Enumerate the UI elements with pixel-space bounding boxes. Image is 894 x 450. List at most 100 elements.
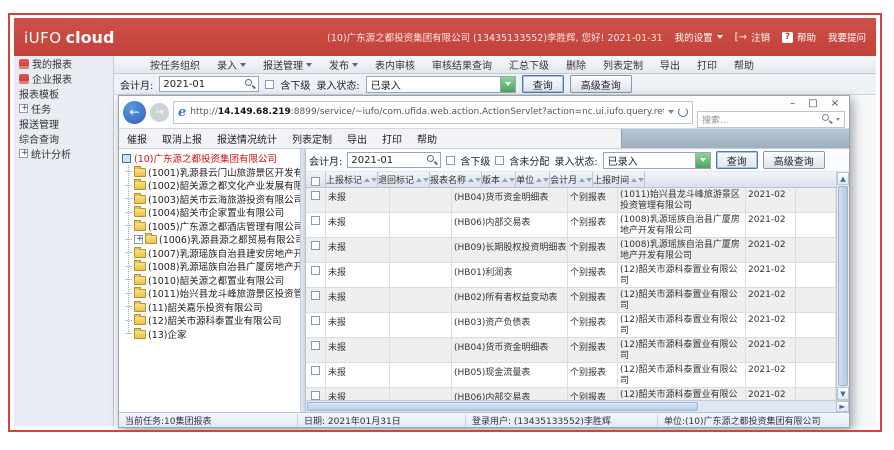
- minimize-button[interactable]: –: [790, 98, 795, 109]
- include-sub-checkbox[interactable]: [265, 79, 275, 89]
- tree-node[interactable]: (1008)乳源瑶族自治县广厦房地产开发有限公司: [122, 260, 300, 273]
- table-row[interactable]: 未报 (HB05)现金流量表 个别报表 (12)韶关市源科泰置业有限公司 202…: [306, 363, 836, 388]
- menu-item[interactable]: 汇总下级: [509, 57, 549, 72]
- sidebar-item[interactable]: 任务: [14, 101, 113, 116]
- sort-asc-icon[interactable]: [536, 177, 543, 182]
- sidebar-item[interactable]: 统计分析: [14, 146, 113, 161]
- sort-desc-icon[interactable]: [371, 177, 378, 182]
- select-arrow-icon[interactable]: [499, 76, 515, 92]
- row-checkbox[interactable]: [311, 316, 320, 325]
- include-sub-checkbox[interactable]: [446, 155, 456, 165]
- sort-asc-icon[interactable]: [631, 177, 638, 182]
- tree-node[interactable]: (1011)始兴县龙斗峰旅游景区投资管理有限公司: [122, 287, 300, 300]
- sort-desc-icon[interactable]: [475, 177, 482, 182]
- scrollbar-thumb[interactable]: [838, 186, 848, 386]
- include-unassigned-checkbox[interactable]: [495, 155, 505, 165]
- tree-node[interactable]: (1010)韶关源之都置业有限公司: [122, 273, 300, 287]
- vertical-scrollbar[interactable]: ▲ ▼: [836, 172, 849, 400]
- sort-asc-icon[interactable]: [416, 177, 423, 182]
- menu-item[interactable]: 打印: [697, 57, 717, 72]
- row-checkbox[interactable]: [311, 241, 320, 250]
- tree-node[interactable]: (1002)韶关源之都文化产业发展有限公司: [122, 179, 300, 192]
- tree-node[interactable]: (11)韶关嘉乐投资有限公司: [122, 300, 300, 314]
- tree-node[interactable]: (13)企家: [122, 327, 300, 341]
- advanced-query-button[interactable]: 高级查询: [762, 151, 825, 169]
- row-checkbox[interactable]: [311, 391, 320, 400]
- scroll-up-icon[interactable]: ▲: [837, 172, 849, 185]
- menu-item[interactable]: 列表定制: [603, 57, 643, 72]
- sort-asc-icon[interactable]: [364, 177, 371, 182]
- popup-menu-item[interactable]: 催报: [127, 131, 147, 146]
- popup-menu-item[interactable]: 取消上报: [162, 131, 202, 146]
- table-row[interactable]: 未报 (HB04)货币资金明细表 个别报表 (12)韶关市源科泰置业有限公司 2…: [306, 338, 836, 363]
- forward-button[interactable]: →: [150, 102, 169, 122]
- table-row[interactable]: 未报 (HB06)内部交易表 个别报表 (1008)乳源瑶族自治县广厦房地产开发…: [306, 213, 836, 238]
- column-header[interactable]: 版本: [482, 172, 517, 187]
- sort-desc-icon[interactable]: [423, 177, 430, 182]
- sidebar-item[interactable]: 我的报表: [14, 56, 113, 71]
- close-button[interactable]: ×: [831, 98, 839, 109]
- search-dropdown-icon[interactable]: [836, 117, 840, 121]
- ask-question-button[interactable]: 我要提问: [828, 30, 866, 44]
- search-icon[interactable]: [822, 114, 832, 124]
- tree-node[interactable]: (1001)乳源县云门山旅游景区开发有限公司: [122, 165, 300, 179]
- tree-node[interactable]: (1003)韶关市云海旅游投资有限公司: [122, 192, 300, 206]
- tree-node[interactable]: (1006)乳源县源之都贸易有限公司: [122, 233, 300, 246]
- magnifier-icon[interactable]: [427, 155, 437, 165]
- menu-item[interactable]: 导出: [660, 57, 680, 72]
- sidebar-item[interactable]: 报表模板: [14, 86, 113, 101]
- help-button[interactable]: ? 帮助: [781, 30, 816, 44]
- scrollbar-thumb[interactable]: [307, 402, 698, 411]
- select-all-checkbox[interactable]: [311, 176, 320, 186]
- scroll-down-icon[interactable]: ▼: [837, 387, 849, 400]
- row-checkbox[interactable]: [311, 266, 320, 275]
- tree-node[interactable]: (1007)乳源瑶族自治县建安房地产开发有限公司: [122, 246, 300, 260]
- column-header[interactable]: 单位: [516, 172, 551, 187]
- url-dropdown-icon[interactable]: [668, 110, 674, 114]
- menu-item[interactable]: 报送管理: [263, 57, 312, 72]
- row-checkbox[interactable]: [311, 341, 320, 350]
- row-checkbox[interactable]: [311, 191, 320, 200]
- table-row[interactable]: 未报 (HB09)长期股权投资明细表 个别报表 (1008)乳源瑶族自治县广厦房…: [306, 238, 836, 263]
- menu-item[interactable]: 删除: [566, 57, 586, 72]
- popup-menu-item[interactable]: 列表定制: [292, 131, 332, 146]
- entry-state-select[interactable]: 已录入: [602, 151, 711, 169]
- period-field[interactable]: [347, 152, 442, 168]
- sort-desc-icon[interactable]: [586, 177, 593, 182]
- column-header[interactable]: 会计月: [550, 172, 594, 187]
- tree-node[interactable]: (1004)韶关市企家置业有限公司: [122, 206, 300, 219]
- popup-menu-item[interactable]: 导出: [347, 131, 367, 146]
- row-checkbox[interactable]: [311, 291, 320, 300]
- table-row[interactable]: 未报 (HB06)内部交易表 个别报表 (12)韶关市源科泰置业有限公司 202…: [306, 388, 836, 400]
- magnifier-icon[interactable]: [245, 79, 255, 89]
- url-text[interactable]: http://14.149.68.219:8899/service/~iufo/…: [190, 107, 664, 117]
- popup-menu-item[interactable]: 帮助: [417, 131, 437, 146]
- maximize-button[interactable]: □: [808, 98, 817, 109]
- tree-node[interactable]: (12)韶关市源科泰置业有限公司: [122, 314, 300, 327]
- sidebar-item[interactable]: 综合查询: [14, 131, 113, 146]
- table-row[interactable]: 未报 (HB04)货币资金明细表 个别报表 (1011)始兴县龙斗峰旅游景区投资…: [306, 188, 836, 213]
- table-row[interactable]: 未报 (HB02)所有者权益变动表 个别报表 (12)韶关市源科泰置业有限公司 …: [306, 288, 836, 313]
- sort-asc-icon[interactable]: [468, 177, 475, 182]
- horizontal-scrollbar[interactable]: ►: [306, 400, 849, 412]
- back-button[interactable]: ←: [123, 100, 146, 124]
- period-field[interactable]: [159, 76, 260, 92]
- select-arrow-icon[interactable]: [694, 152, 710, 168]
- popup-menu-item[interactable]: 报送情况统计: [217, 131, 277, 146]
- sort-desc-icon[interactable]: [543, 177, 550, 182]
- table-row[interactable]: 未报 (HB01)利润表 个别报表 (12)韶关市源科泰置业有限公司 2021-…: [306, 263, 836, 288]
- menu-item[interactable]: 发布: [329, 57, 358, 72]
- column-header[interactable]: 上报标记: [326, 172, 379, 187]
- refresh-icon[interactable]: [678, 107, 688, 117]
- query-button[interactable]: 查询: [521, 75, 564, 93]
- sidebar-item[interactable]: 企业报表: [14, 71, 113, 86]
- expand-icon[interactable]: [19, 103, 29, 113]
- popup-menu-item[interactable]: 打印: [382, 131, 402, 146]
- scroll-right-icon[interactable]: ►: [836, 401, 849, 412]
- search-box[interactable]: 搜索...: [697, 110, 845, 128]
- logout-button[interactable]: [→ 注销: [735, 30, 770, 45]
- menu-item[interactable]: 审核结果查询: [432, 57, 492, 72]
- entry-state-select[interactable]: 已录入: [365, 75, 516, 93]
- period-input[interactable]: [351, 154, 424, 166]
- sort-asc-icon[interactable]: [502, 177, 509, 182]
